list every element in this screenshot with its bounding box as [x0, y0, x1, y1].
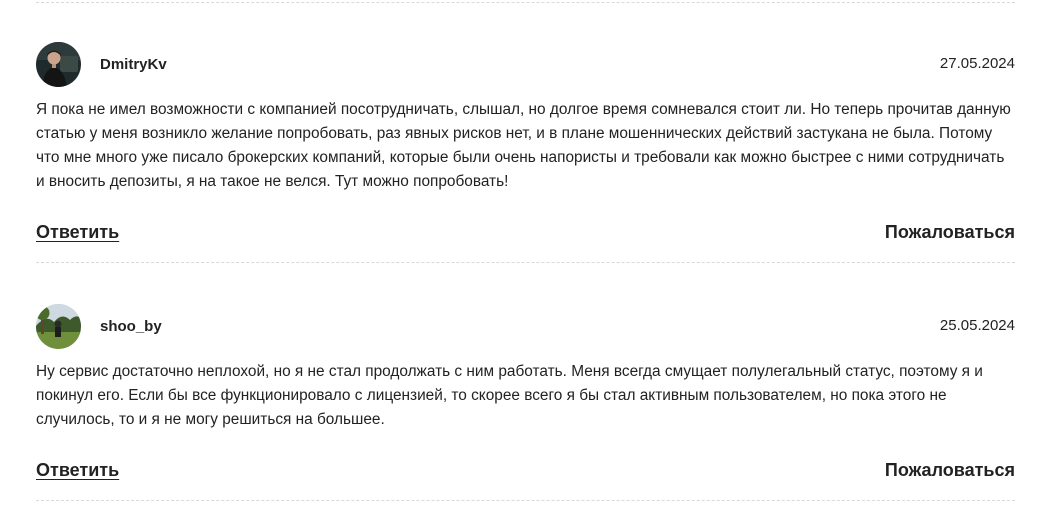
- avatar[interactable]: [36, 304, 81, 349]
- comment-header: shoo_by 25.05.2024: [36, 304, 1015, 350]
- comment-header: DmitryKv 27.05.2024: [36, 42, 1015, 88]
- comment-item: shoo_by 25.05.2024 Ну сервис достаточно …: [36, 304, 1015, 494]
- comment-author: DmitryKv: [100, 56, 167, 73]
- avatar-photo-icon: [36, 42, 81, 87]
- reply-link[interactable]: Ответить: [36, 222, 119, 243]
- report-link[interactable]: Пожаловаться: [885, 460, 1015, 481]
- comment-text: Я пока не имел возможности с компанией п…: [36, 101, 1011, 190]
- avatar-photo-icon: [36, 304, 81, 349]
- comment-divider: [36, 500, 1015, 501]
- comment-date: 27.05.2024: [939, 55, 1015, 72]
- comment-item: DmitryKv 27.05.2024 Я пока не имел возмо…: [36, 42, 1015, 252]
- reply-link[interactable]: Ответить: [36, 460, 119, 481]
- comment-divider: [36, 2, 1015, 3]
- avatar[interactable]: [36, 42, 81, 87]
- comment-text: Ну сервис достаточно неплохой, но я не с…: [36, 363, 983, 428]
- comment-author: shoo_by: [100, 318, 162, 335]
- comment-divider: [36, 262, 1015, 263]
- comment-date: 25.05.2024: [939, 317, 1015, 334]
- report-link[interactable]: Пожаловаться: [885, 222, 1015, 243]
